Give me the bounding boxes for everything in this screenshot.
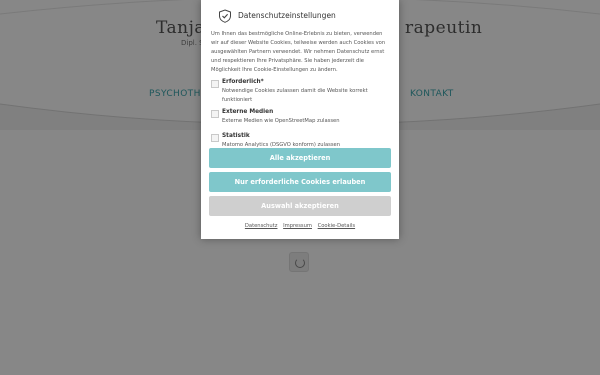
- accept-all-button[interactable]: Alle akzeptieren: [209, 148, 391, 168]
- option-label: Erforderlich*: [222, 79, 264, 85]
- option-label: Externe Medien: [222, 109, 274, 115]
- checkbox-statistik[interactable]: [211, 134, 219, 142]
- checkbox-externe-medien[interactable]: [211, 110, 219, 118]
- dialog-footer-links: Datenschutz Impressum Cookie-Details: [201, 223, 399, 229]
- link-datenschutz[interactable]: Datenschutz: [245, 223, 278, 229]
- option-description: Notwendige Cookies zulassen damit die We…: [222, 88, 368, 103]
- dialog-title: Datenschutzeinstellungen: [238, 11, 336, 20]
- dialog-description: Um Ihnen das bestmögliche Online-Erlebni…: [211, 31, 386, 73]
- option-label: Statistik: [222, 133, 250, 139]
- cookie-consent-dialog: Datenschutzeinstellungen Um Ihnen das be…: [201, 0, 399, 239]
- link-impressum[interactable]: Impressum: [283, 223, 312, 229]
- accept-selection-button[interactable]: Auswahl akzeptieren: [209, 196, 391, 216]
- shield-check-icon: [219, 9, 231, 23]
- option-externe-medien: Externe Medien Externe Medien wie OpenSt…: [211, 109, 389, 129]
- dialog-header: Datenschutzeinstellungen: [211, 0, 389, 24]
- option-description: Externe Medien wie OpenStreetMap zulasse…: [222, 118, 340, 124]
- link-cookie-details[interactable]: Cookie-Details: [318, 223, 355, 229]
- option-erforderlich: Erforderlich* Notwendige Cookies zulasse…: [211, 79, 389, 105]
- checkbox-erforderlich[interactable]: [211, 80, 219, 88]
- accept-required-only-button[interactable]: Nur erforderliche Cookies erlauben: [209, 172, 391, 192]
